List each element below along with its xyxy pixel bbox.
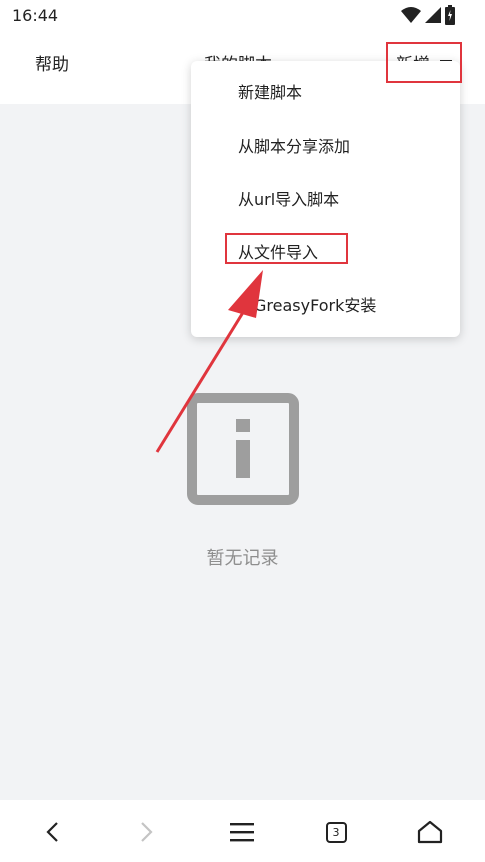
menu-item-greasyfork[interactable]: 从GreasyFork安装 [238,292,376,316]
home-button[interactable] [412,814,448,850]
wifi-icon [401,7,421,23]
tab-count: 3 [332,825,340,839]
tabs-icon: 3 [325,821,347,843]
help-button[interactable]: 帮助 [35,50,69,75]
status-time: 16:44 [12,6,59,25]
signal-icon [425,7,441,23]
status-icons [401,5,455,25]
info-icon [187,393,299,505]
status-bar: 16:44 [0,0,485,32]
menu-item-new-script[interactable]: 新建脚本 [238,79,302,103]
from-file-highlight [225,233,348,264]
back-button[interactable] [35,814,71,850]
bottom-nav-bar: 3 [0,800,485,862]
forward-button[interactable] [128,814,164,850]
menu-item-from-url[interactable]: 从url导入脚本 [238,186,339,210]
menu-icon [230,823,254,842]
back-icon [46,822,58,842]
menu-item-from-share[interactable]: 从脚本分享添加 [238,133,350,157]
forward-icon [141,822,153,842]
empty-state-text: 暂无记录 [206,548,279,569]
add-button-highlight [386,42,462,83]
add-dropdown-menu: 新建脚本 从脚本分享添加 从url导入脚本 从文件导入 从GreasyFork安… [191,61,460,337]
home-icon [417,820,443,844]
tabs-button[interactable]: 3 [318,814,354,850]
menu-button[interactable] [224,814,260,850]
battery-icon [445,5,455,25]
